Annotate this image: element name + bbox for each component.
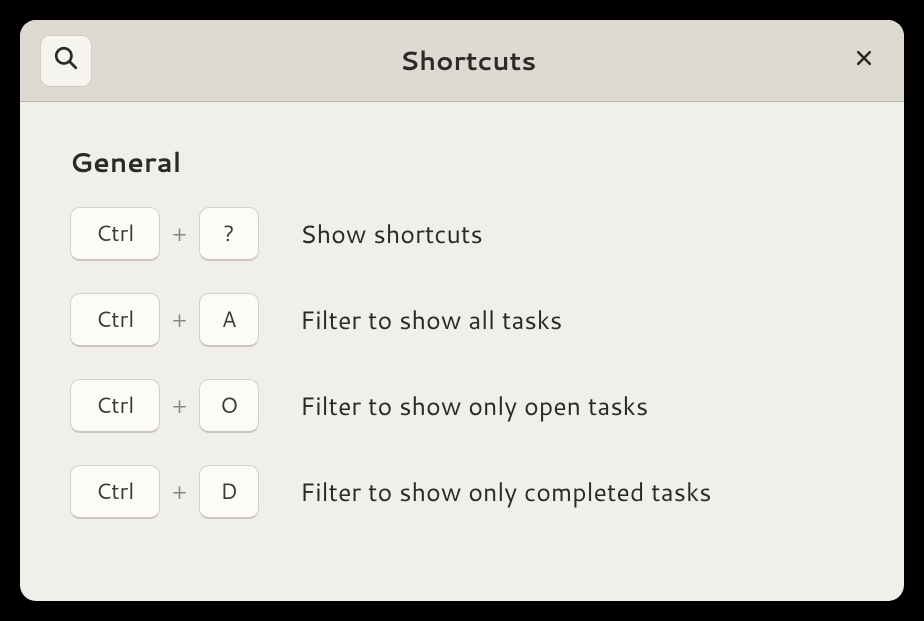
key-combo: Ctrl + A	[70, 293, 300, 347]
key-separator: +	[172, 305, 187, 336]
shortcut-row: Ctrl + O Filter to show only open tasks	[70, 379, 854, 433]
shortcut-description: Filter to show all tasks	[300, 303, 562, 338]
key-cap: D	[199, 465, 259, 519]
close-icon	[854, 48, 874, 74]
shortcut-row: Ctrl + A Filter to show all tasks	[70, 293, 854, 347]
key-combo: Ctrl + O	[70, 379, 300, 433]
key-separator: +	[172, 391, 187, 422]
shortcut-description: Filter to show only completed tasks	[300, 475, 712, 510]
search-icon	[53, 45, 79, 77]
key-cap: Ctrl	[70, 465, 160, 519]
key-combo: Ctrl + ?	[70, 207, 300, 261]
key-cap: O	[199, 379, 259, 433]
key-cap: Ctrl	[70, 379, 160, 433]
shortcut-row: Ctrl + ? Show shortcuts	[70, 207, 854, 261]
content-area: General Ctrl + ? Show shortcuts Ctrl + A…	[20, 102, 904, 601]
key-cap: Ctrl	[70, 207, 160, 261]
shortcut-description: Filter to show only open tasks	[300, 389, 648, 424]
search-button[interactable]	[40, 35, 92, 87]
section-title: General	[70, 142, 854, 181]
key-cap: A	[199, 293, 259, 347]
key-cap: Ctrl	[70, 293, 160, 347]
key-separator: +	[172, 477, 187, 508]
shortcuts-dialog: Shortcuts General Ctrl + ? Show shortcut…	[20, 20, 904, 601]
shortcut-description: Show shortcuts	[300, 217, 483, 252]
dialog-title: Shortcuts	[92, 43, 844, 79]
close-button[interactable]	[844, 41, 884, 81]
key-separator: +	[172, 219, 187, 250]
shortcut-row: Ctrl + D Filter to show only completed t…	[70, 465, 854, 519]
titlebar: Shortcuts	[20, 20, 904, 102]
key-cap: ?	[199, 207, 259, 261]
key-combo: Ctrl + D	[70, 465, 300, 519]
